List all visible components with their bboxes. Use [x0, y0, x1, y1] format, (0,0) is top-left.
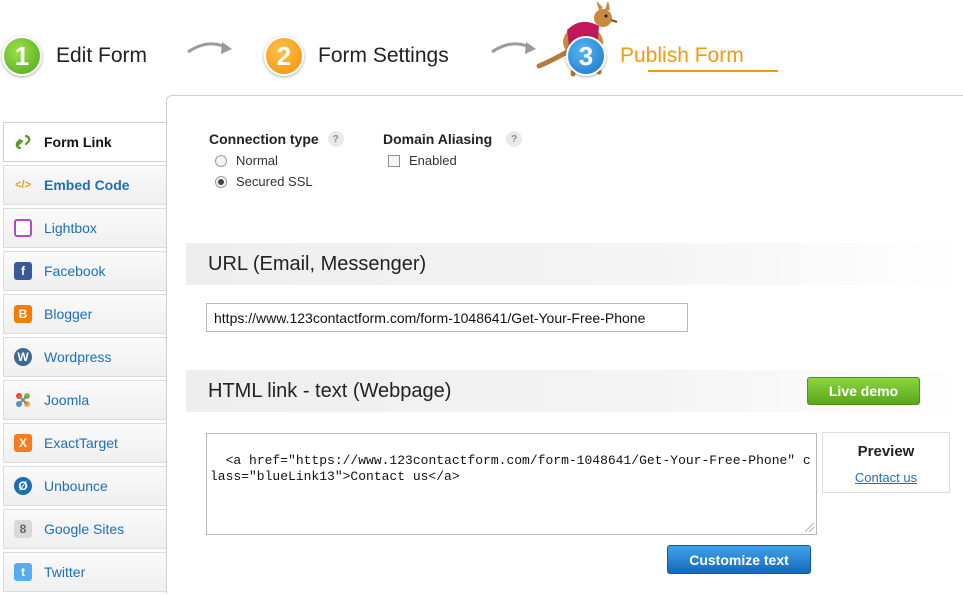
preview-box: Preview Contact us [822, 432, 950, 493]
facebook-icon: f [14, 262, 32, 280]
step-label-publish-form: Publish Form [620, 44, 744, 67]
domain-aliasing-group: Domain Aliasing ? Enabled [383, 131, 523, 168]
radio-label: Secured SSL [236, 174, 313, 189]
radio-label: Normal [236, 153, 278, 168]
wordpress-icon: W [14, 348, 32, 366]
twitter-icon: t [14, 563, 32, 581]
sidebar-item-unbounce[interactable]: Ø Unbounce [3, 466, 166, 506]
lightbox-icon [14, 219, 32, 237]
sidebar-item-label: Joomla [44, 392, 90, 408]
preview-title: Preview [857, 443, 915, 460]
sidebar: Form Link </> Embed Code Lightbox f Face… [3, 122, 166, 595]
connection-type-group: Connection type ? Normal Secured SSL [209, 131, 344, 189]
sidebar-item-label: Form Link [44, 134, 112, 150]
sidebar-item-label: ExactTarget [44, 435, 118, 451]
sidebar-item-google-sites[interactable]: 8 Google Sites [3, 509, 166, 549]
checkbox-label: Enabled [409, 153, 457, 168]
sidebar-item-label: Wordpress [44, 349, 112, 365]
sidebar-item-form-link[interactable]: Form Link [3, 122, 166, 162]
sidebar-item-wordpress[interactable]: W Wordpress [3, 337, 166, 377]
steps-header: 1 Edit Form 2 Form Settings 3 Publish Fo… [0, 0, 963, 95]
radio-button[interactable] [215, 154, 227, 167]
customize-text-button[interactable]: Customize text [667, 545, 811, 574]
sidebar-item-label: Lightbox [44, 220, 97, 236]
active-step-underline [648, 70, 778, 72]
html-code-text: <a href="https://www.123contactform.com/… [210, 453, 811, 484]
step-number-1: 1 [2, 36, 42, 76]
connection-type-title: Connection type ? [209, 131, 344, 147]
radio-secured-ssl[interactable]: Secured SSL [209, 174, 344, 189]
step-number-2: 2 [264, 36, 304, 76]
sidebar-item-embed-code[interactable]: </> Embed Code [3, 165, 166, 205]
joomla-icon [14, 391, 32, 409]
step-number-3: 3 [566, 36, 606, 76]
arrow-right-icon [187, 42, 232, 54]
step-label-form-settings: Form Settings [318, 44, 449, 67]
sidebar-item-exacttarget[interactable]: X ExactTarget [3, 423, 166, 463]
radio-button[interactable] [215, 175, 227, 188]
url-input[interactable]: https://www.123contactform.com/form-1048… [206, 303, 688, 332]
sidebar-item-blogger[interactable]: B Blogger [3, 294, 166, 334]
sidebar-item-twitter[interactable]: t Twitter [3, 552, 166, 592]
sidebar-item-label: Unbounce [44, 478, 108, 494]
sidebar-item-label: Google Sites [44, 521, 125, 537]
url-section-header: URL (Email, Messenger) [186, 243, 963, 285]
google-sites-icon: 8 [14, 520, 32, 538]
radio-normal[interactable]: Normal [209, 153, 344, 168]
blogger-icon: B [14, 305, 32, 323]
step-label-edit-form: Edit Form [56, 44, 148, 67]
html-code-textarea[interactable]: <a href="https://www.123contactform.com/… [206, 433, 817, 535]
sidebar-item-lightbox[interactable]: Lightbox [3, 208, 166, 248]
step-edit-form[interactable]: 1 Edit Form [2, 36, 147, 76]
enabled-checkbox-row[interactable]: Enabled [383, 153, 522, 168]
sidebar-item-joomla[interactable]: Joomla [3, 380, 166, 420]
sidebar-item-facebook[interactable]: f Facebook [3, 251, 166, 291]
live-demo-button[interactable]: Live demo [807, 377, 920, 405]
exacttarget-icon: X [14, 434, 32, 452]
sidebar-item-label: Facebook [44, 263, 106, 279]
link-icon [14, 133, 32, 151]
sidebar-item-label: Twitter [44, 564, 86, 580]
domain-aliasing-title: Domain Aliasing ? [383, 131, 523, 147]
resize-grip-icon[interactable] [805, 523, 814, 532]
help-icon[interactable]: ? [327, 131, 344, 147]
unbounce-icon: Ø [14, 477, 32, 495]
step-publish-form[interactable]: 3 Publish Form [566, 36, 778, 76]
sidebar-item-label: Blogger [44, 306, 93, 322]
step-form-settings[interactable]: 2 Form Settings [264, 36, 449, 76]
enabled-checkbox[interactable] [388, 154, 400, 167]
help-icon[interactable]: ? [506, 131, 523, 147]
sidebar-item-label: Embed Code [44, 177, 130, 193]
code-icon: </> [15, 179, 31, 191]
preview-contact-link[interactable]: Contact us [823, 470, 949, 485]
